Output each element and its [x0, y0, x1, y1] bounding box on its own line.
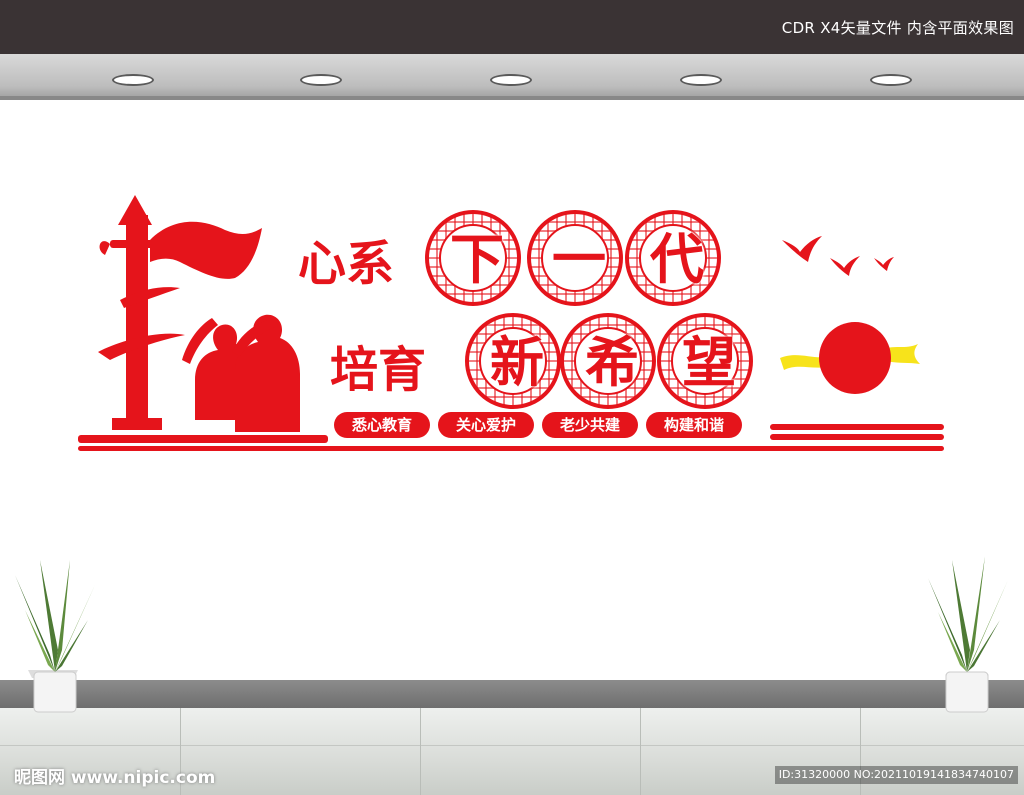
watermark-right: ID:31320000 NO:20211019141834740107	[774, 766, 1018, 784]
plants-illustration	[33, 671, 989, 713]
watermark-left: 昵图网 www.nipic.com	[14, 768, 216, 788]
